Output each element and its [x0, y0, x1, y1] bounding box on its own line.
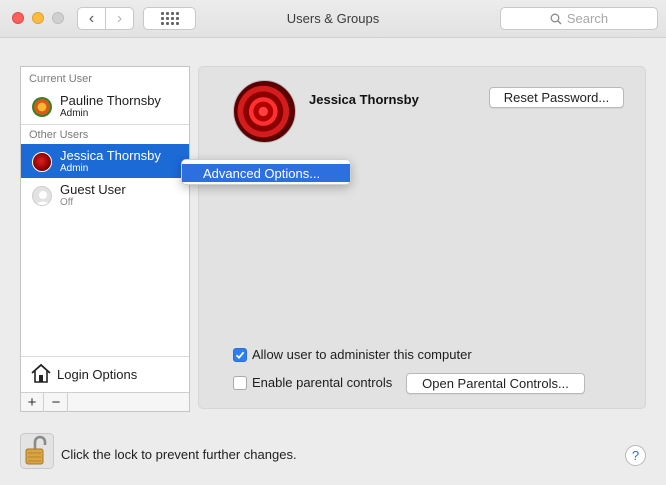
parental-controls-checkbox[interactable]: [233, 375, 247, 390]
current-user-header: Current User: [29, 73, 92, 85]
search-placeholder: Search: [566, 11, 609, 26]
remove-user-button[interactable]: −: [45, 393, 68, 412]
user-name: Jessica Thornsby: [60, 148, 161, 163]
parental-controls-row[interactable]: Enable parental controls: [233, 375, 392, 390]
flower-avatar: [32, 97, 52, 117]
user-role: Off: [60, 197, 74, 208]
lock-status-text: Click the lock to prevent further change…: [61, 447, 297, 462]
checkmark-icon: [235, 351, 245, 359]
user-row-jessica[interactable]: Jessica Thornsby Admin: [21, 144, 189, 178]
open-parental-controls-button[interactable]: Open Parental Controls...: [406, 373, 585, 394]
unlocked-lock-icon[interactable]: [20, 433, 54, 469]
section-divider: [21, 124, 189, 125]
search-icon: [550, 13, 562, 24]
allow-admin-label: Allow user to administer this computer: [252, 347, 472, 362]
add-remove-bar: + −: [21, 392, 189, 412]
help-button[interactable]: ?: [625, 445, 646, 466]
selected-user-name: Jessica Thornsby: [309, 92, 419, 107]
users-sidebar: Current User Pauline Thornsby Admin Othe…: [20, 66, 190, 412]
allow-admin-checkbox[interactable]: [233, 347, 247, 362]
person-icon: [36, 191, 50, 205]
user-row-guest[interactable]: Guest User Off: [21, 178, 189, 212]
user-role: Admin: [60, 163, 89, 174]
reset-password-button[interactable]: Reset Password...: [489, 87, 624, 108]
login-options-button[interactable]: Login Options: [21, 356, 189, 391]
users-groups-window: ‹ › Users & Groups Search Current User P…: [0, 0, 666, 485]
user-row-pauline[interactable]: Pauline Thornsby Admin: [21, 89, 189, 123]
context-menu: Advanced Options...: [181, 159, 351, 185]
user-name: Pauline Thornsby: [60, 93, 161, 108]
search-field[interactable]: Search: [500, 7, 658, 30]
allow-admin-row[interactable]: Allow user to administer this computer: [233, 347, 472, 362]
user-role: Admin: [60, 108, 89, 119]
user-picture[interactable]: [233, 80, 296, 143]
other-users-header: Other Users: [29, 129, 89, 141]
title-bar: ‹ › Users & Groups Search: [0, 0, 666, 38]
user-name: Guest User: [60, 182, 126, 197]
rose-avatar: [32, 152, 52, 172]
parental-controls-label: Enable parental controls: [252, 375, 393, 390]
login-options-label: Login Options: [57, 367, 138, 382]
guest-avatar: [32, 186, 52, 206]
house-icon: [31, 363, 51, 383]
user-detail-panel: Jessica Thornsby Reset Password... Allow…: [198, 66, 646, 409]
advanced-options-menu-item[interactable]: Advanced Options...: [182, 164, 350, 182]
add-user-button[interactable]: +: [21, 393, 44, 412]
